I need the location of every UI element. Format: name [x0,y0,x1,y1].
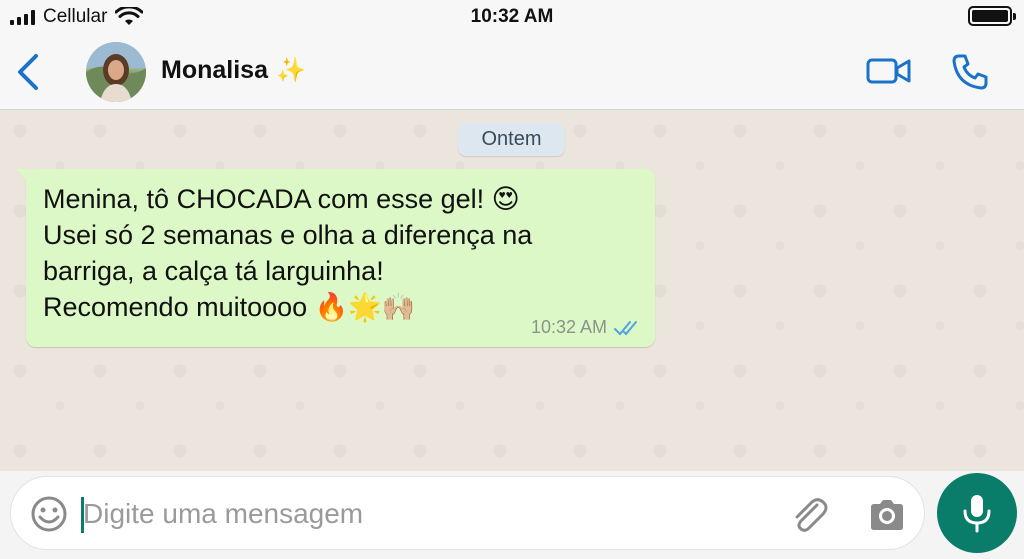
message-input[interactable] [83,491,763,537]
message-input-box[interactable] [10,476,925,550]
double-check-icon [614,320,637,335]
battery-icon [968,6,1016,26]
message-time: 10:32 AM [530,317,607,337]
emoji-icon[interactable] [29,494,69,534]
message-line: Menina, tô CHOCADA com esse gel! 😍 [43,184,520,214]
microphone-button[interactable] [937,473,1017,553]
chat-header: Monalisa ✨ [0,34,1024,110]
avatar-photo [86,42,146,102]
status-bar: Cellular 10:32 AM [0,0,1024,34]
input-bar [0,471,1024,559]
contact-name[interactable]: Monalisa ✨ [161,56,306,85]
date-chip: Ontem [458,123,565,156]
chat-area[interactable]: Ontem Menina, tô CHOCADA com esse gel! 😍… [0,111,1024,471]
sparkle-emoji: ✨ [275,57,306,84]
video-call-icon[interactable] [866,56,912,86]
message-line: barriga, a calça tá larguinha! [43,256,384,286]
message-bubble[interactable]: Menina, tô CHOCADA com esse gel! 😍 Usei … [16,169,655,347]
contact-name-text: Monalisa [161,56,268,84]
message-meta: 10:32 AM [531,317,641,338]
back-chevron-icon[interactable] [10,50,50,94]
paperclip-icon[interactable] [787,493,831,537]
avatar[interactable] [86,42,146,102]
message-line: Usei só 2 semanas e olha a diferença na [43,220,533,250]
phone-icon[interactable] [950,52,990,92]
microphone-icon [963,495,991,533]
status-time: 10:32 AM [470,6,554,27]
camera-icon[interactable] [867,495,907,535]
